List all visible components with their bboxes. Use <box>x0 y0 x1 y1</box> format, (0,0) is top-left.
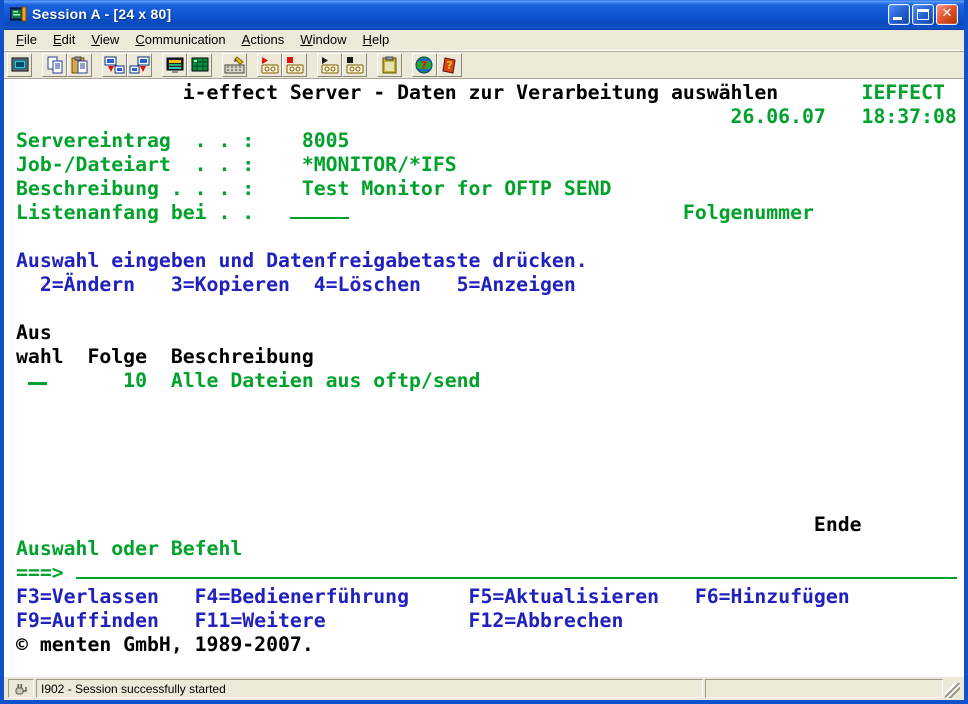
session-window-button[interactable] <box>7 53 32 77</box>
application-window: Session A - [24 x 80] ✕ FileEditViewComm… <box>0 0 968 704</box>
session-window-icon <box>10 56 30 74</box>
terminal-text: Auswahl oder Befehl <box>16 537 242 561</box>
display-setup-button[interactable] <box>162 53 187 77</box>
terminal-text: F3=Verlassen <box>16 585 159 609</box>
terminal-text: wahl Folge Beschreibung <box>16 345 314 369</box>
receive-file-icon <box>129 56 150 75</box>
window-title: Session A - [24 x 80] <box>32 6 888 22</box>
paste-button[interactable] <box>67 53 92 77</box>
help-icon: ? <box>441 56 459 75</box>
play-macro-button[interactable] <box>317 53 342 77</box>
selection-input[interactable] <box>28 369 47 385</box>
maximize-icon <box>917 9 929 20</box>
terminal-text: 2=Ändern <box>40 273 135 297</box>
menu-help[interactable]: Help <box>355 30 398 50</box>
web-help-icon: ? <box>415 56 435 75</box>
terminal-text: © menten GmbH, 1989-2007. <box>16 633 314 657</box>
terminal-text: 8005 <box>302 129 350 153</box>
status-extra-panel <box>705 679 943 698</box>
maximize-button[interactable] <box>912 4 934 25</box>
clipboard-icon <box>381 56 399 75</box>
terminal-text: Beschreibung . . . : <box>16 177 254 201</box>
terminal-text: 18:37:08 <box>862 105 957 129</box>
terminal-text: ===> <box>16 561 64 585</box>
terminal-text: *MONITOR/*IFS <box>302 153 457 177</box>
terminal-text: F9=Auffinden <box>16 609 159 633</box>
menu-window[interactable]: Window <box>292 30 354 50</box>
display-setup-icon <box>165 56 185 75</box>
terminal-text: Servereintrag . . : <box>16 129 254 153</box>
menu-file[interactable]: File <box>8 30 45 50</box>
copy-icon <box>45 56 65 75</box>
web-help-button[interactable]: ? <box>412 53 437 77</box>
menu-actions[interactable]: Actions <box>234 30 293 50</box>
terminal-text: F4=Bedienerführung <box>195 585 409 609</box>
terminal-text: i-effect Server - Daten zur Verarbeitung… <box>183 81 778 105</box>
terminal-text: Auswahl eingeben und Datenfreigabetaste … <box>16 249 588 273</box>
connection-status-panel <box>8 679 34 698</box>
terminal-text: Test Monitor for OFTP SEND <box>302 177 612 201</box>
copy-button[interactable] <box>42 53 67 77</box>
terminal-screen[interactable]: i-effect Server - Daten zur Verarbeitung… <box>4 79 964 676</box>
clipboard-button[interactable] <box>377 53 402 77</box>
keyboard-setup-button[interactable] <box>222 53 247 77</box>
terminal-text: IEFFECT <box>862 81 945 105</box>
connection-plug-icon <box>14 682 28 696</box>
record-macro-icon <box>259 56 280 75</box>
terminal-text: Listenanfang bei . . <box>16 201 254 225</box>
command-input[interactable] <box>76 561 957 579</box>
status-bar: I902 - Session successfully started <box>4 676 964 700</box>
title-bar: Session A - [24 x 80] ✕ <box>4 0 964 30</box>
terminal-text: Alle Dateien aus oftp/send <box>171 369 481 393</box>
close-icon: ✕ <box>937 6 957 21</box>
send-file-icon <box>104 56 125 75</box>
color-setup-button[interactable] <box>187 53 212 77</box>
status-message: I902 - Session successfully started <box>36 679 703 698</box>
receive-file-button[interactable] <box>127 53 152 77</box>
help-button[interactable]: ? <box>437 53 462 77</box>
stop-macro-button[interactable] <box>342 53 367 77</box>
terminal-text: Folgenummer <box>683 201 814 225</box>
terminal-text: 4=Löschen <box>314 273 421 297</box>
minimize-icon <box>893 17 902 20</box>
menu-edit[interactable]: Edit <box>45 30 83 50</box>
menu-view[interactable]: View <box>83 30 127 50</box>
minimize-button[interactable] <box>888 4 910 25</box>
stop-record-icon <box>284 56 305 75</box>
send-file-button[interactable] <box>102 53 127 77</box>
color-setup-icon <box>190 56 210 75</box>
terminal-text: F6=Hinzufügen <box>695 585 850 609</box>
terminal-text: Ende <box>814 513 862 537</box>
menu-communication[interactable]: Communication <box>127 30 233 50</box>
record-macro-button[interactable] <box>257 53 282 77</box>
keyboard-setup-icon <box>224 56 245 75</box>
list-start-input[interactable] <box>290 201 350 219</box>
resize-grip[interactable] <box>945 683 960 698</box>
terminal-text: 3=Kopieren <box>171 273 290 297</box>
menu-bar: FileEditViewCommunicationActionsWindowHe… <box>4 30 964 51</box>
close-button[interactable]: ✕ <box>936 4 958 25</box>
terminal-text: F12=Abbrechen <box>469 609 624 633</box>
terminal-text: 26.06.07 <box>731 105 826 129</box>
toolbar: ?? <box>4 51 964 79</box>
terminal-text: 10 <box>123 369 147 393</box>
terminal-text: 5=Anzeigen <box>457 273 576 297</box>
terminal-text: Job-/Dateiart . . : <box>16 153 254 177</box>
paste-icon <box>70 56 90 75</box>
svg-text:?: ? <box>446 59 452 72</box>
stop-record-button[interactable] <box>282 53 307 77</box>
terminal-text: Aus <box>16 321 52 345</box>
svg-text:?: ? <box>420 59 426 72</box>
terminal-text: F5=Aktualisieren <box>469 585 660 609</box>
play-macro-icon <box>319 56 340 75</box>
terminal-text: F11=Weitere <box>195 609 326 633</box>
app-icon <box>10 6 27 23</box>
stop-macro-icon <box>344 56 365 75</box>
